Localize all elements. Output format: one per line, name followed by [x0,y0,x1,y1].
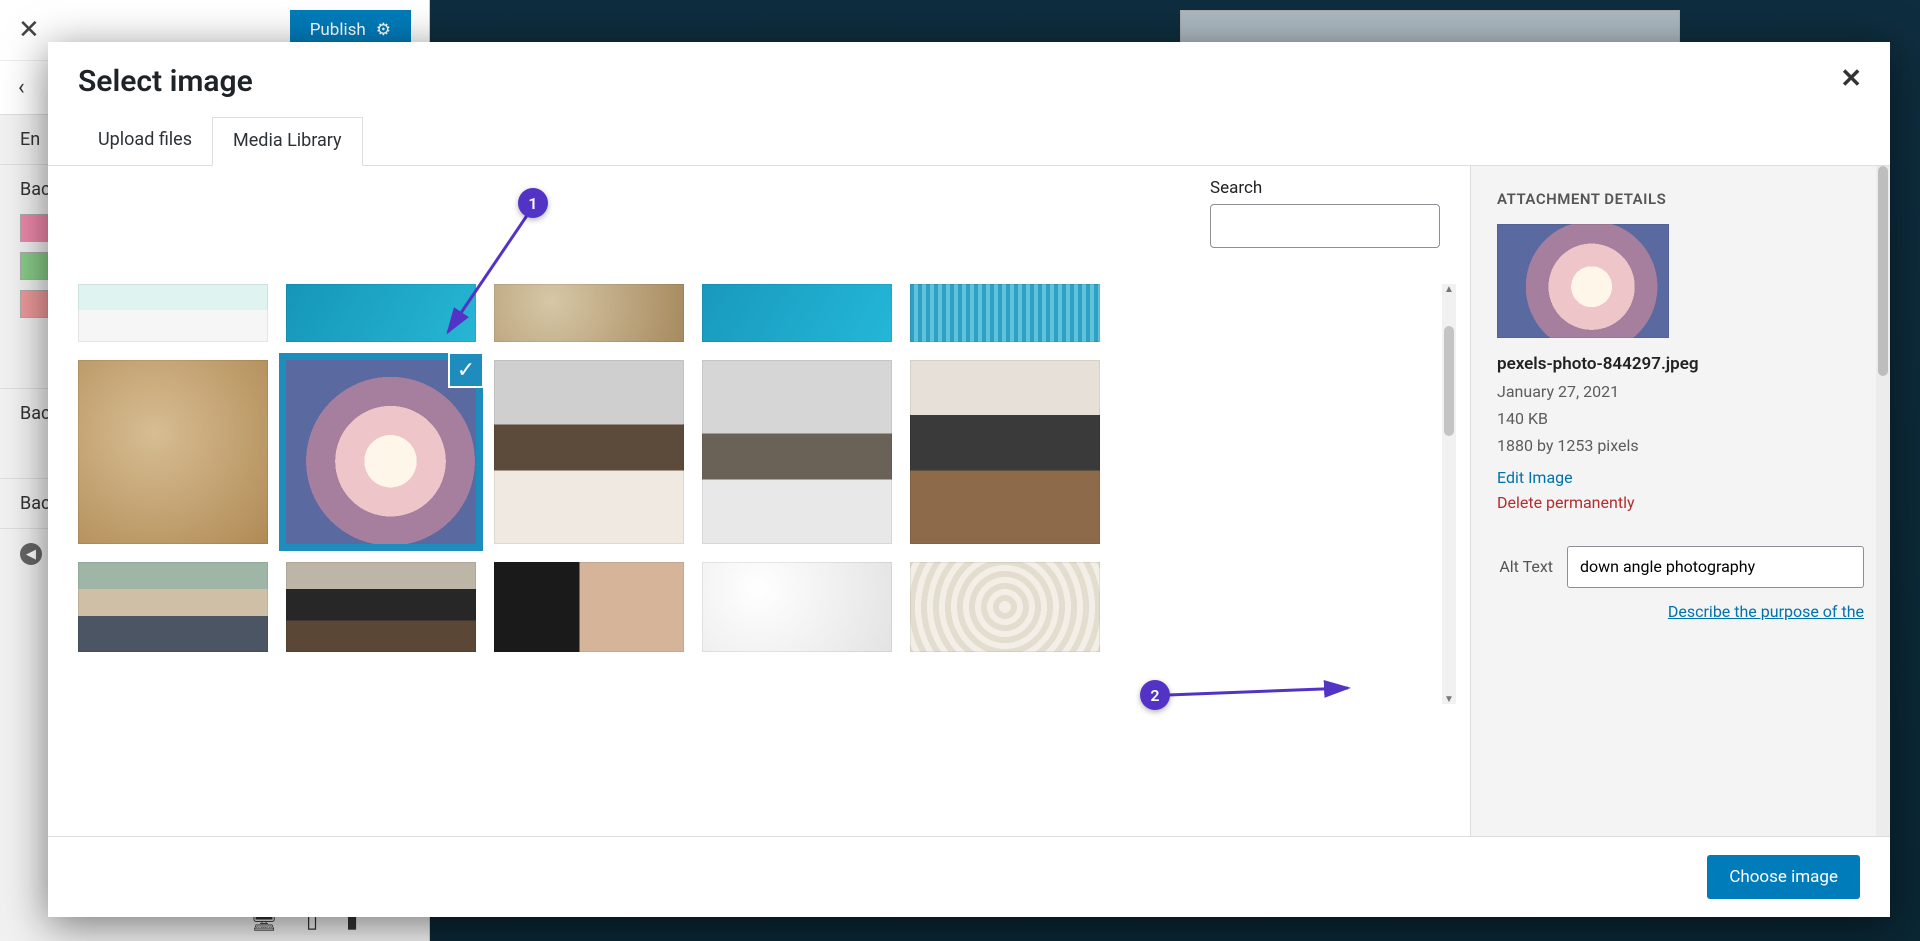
scroll-up-icon[interactable]: ▲ [1444,284,1454,294]
details-dimensions: 1880 by 1253 pixels [1497,432,1864,459]
choose-image-button[interactable]: Choose image [1707,855,1860,899]
alt-text-input[interactable] [1567,546,1864,588]
media-thumb[interactable] [494,562,684,652]
media-thumb[interactable] [910,284,1100,342]
media-thumb[interactable] [494,360,684,544]
bg-thumb[interactable] [20,214,48,242]
search-label: Search [1210,178,1440,198]
media-thumb[interactable] [286,284,476,342]
details-filesize: 140 KB [1497,405,1864,432]
alt-text-label: Alt Text [1497,557,1553,576]
media-thumb[interactable] [78,360,268,544]
bg-thumb[interactable] [20,290,48,318]
scroll-handle[interactable] [1444,326,1454,436]
media-thumb[interactable] [910,360,1100,544]
media-thumb[interactable] [78,562,268,652]
media-thumb[interactable] [286,562,476,652]
media-grid: ✓ [78,284,1428,652]
details-filename: pexels-photo-844297.jpeg [1497,354,1864,374]
annotation-badge-2: 2 [1140,680,1170,710]
collapse-icon: ◀ [20,543,42,565]
tab-media-library[interactable]: Media Library [212,117,363,166]
publish-label: Publish [310,20,366,40]
modal-tabs: Upload files Media Library [48,117,1890,166]
media-thumb[interactable] [702,562,892,652]
scroll-handle[interactable] [1878,166,1888,376]
grid-scrollbar[interactable]: ▲ ▼ [1442,284,1456,704]
edit-image-link[interactable]: Edit Image [1497,468,1573,487]
media-thumb-selected[interactable]: ✓ [286,360,476,544]
describe-purpose-link[interactable]: Describe the purpose of the [1497,602,1864,621]
selected-check-icon: ✓ [448,352,484,388]
details-thumbnail [1497,224,1669,338]
media-thumb[interactable] [494,284,684,342]
media-library-main: Search ✓ [48,166,1470,836]
media-thumb[interactable] [702,360,892,544]
media-modal: Select image ✕ Upload files Media Librar… [48,42,1890,917]
media-thumb[interactable] [910,562,1100,652]
search-input[interactable] [1210,204,1440,248]
modal-title: Select image [78,64,1860,99]
media-thumb[interactable] [702,284,892,342]
scroll-down-icon[interactable]: ▼ [1444,694,1454,704]
attachment-details: ATTACHMENT DETAILS pexels-photo-844297.j… [1470,166,1890,836]
details-date: January 27, 2021 [1497,378,1864,405]
customizer-close-icon[interactable]: ✕ [18,15,40,45]
bg-thumb[interactable] [20,252,48,280]
delete-permanently-link[interactable]: Delete permanently [1497,493,1864,512]
annotation-badge-1: 1 [518,188,548,218]
details-scrollbar[interactable] [1876,166,1890,836]
details-heading: ATTACHMENT DETAILS [1497,190,1864,208]
tab-upload-files[interactable]: Upload files [78,117,212,165]
modal-close-icon[interactable]: ✕ [1840,64,1862,94]
media-thumb[interactable] [78,284,268,342]
gear-icon[interactable]: ⚙ [376,20,391,40]
